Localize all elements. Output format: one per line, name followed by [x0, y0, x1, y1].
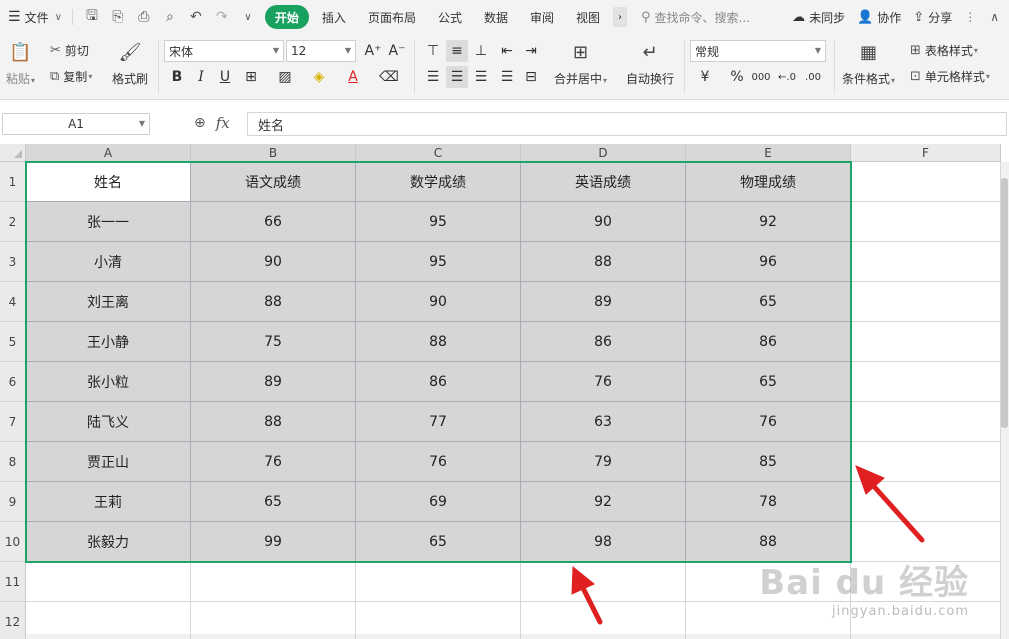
- arrow-bottom-shaft: [582, 586, 600, 622]
- spreadsheet-app: ☰ 文件 ∨ 🖫 ⎘ ⎙ ⌕ ↶ ↷ ∨ 开始 插入 页面布局 公式 数据 审阅…: [0, 0, 1009, 639]
- arrow-right-shaft: [870, 482, 922, 540]
- annotation-arrows: [0, 0, 1009, 639]
